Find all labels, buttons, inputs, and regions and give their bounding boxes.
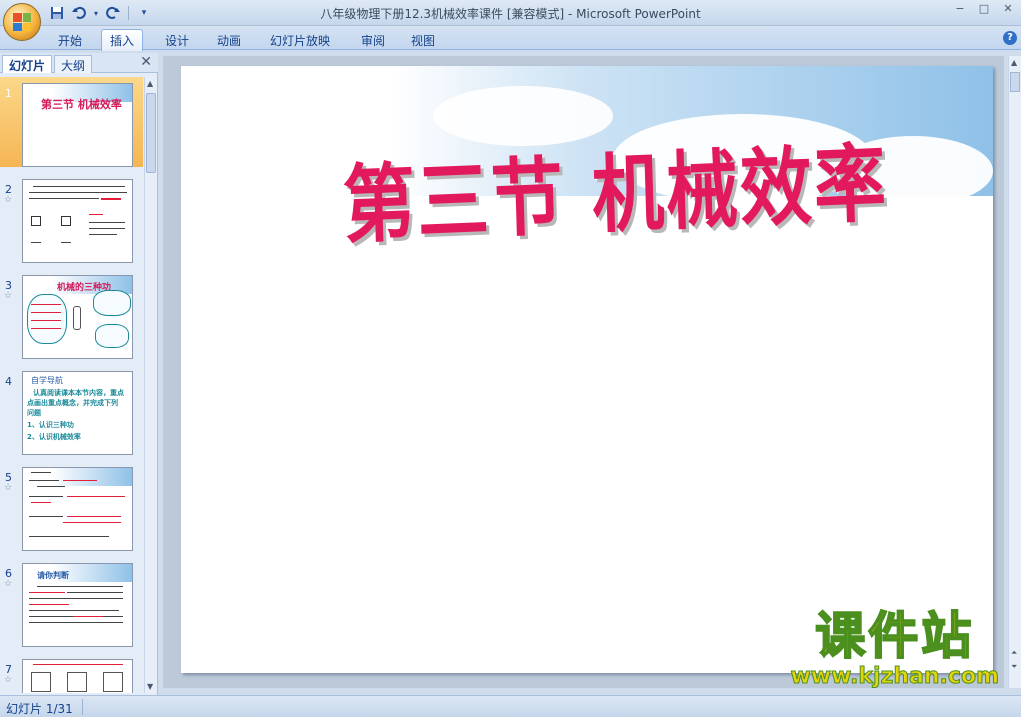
thumb-text: 问题 [27, 409, 41, 417]
title-bar: ▾ ▾ 八年级物理下册12.3机械效率课件 [兼容模式] - Microsoft… [0, 0, 1021, 26]
slide-preview: 机械的三种功 [22, 275, 133, 359]
slide-editor: 第三节 机械效率 [163, 56, 1004, 688]
close-button[interactable]: ✕ [1001, 2, 1015, 15]
tab-slideshow[interactable]: 幻灯片放映 [262, 30, 338, 50]
thumb-title: 第三节 机械效率 [41, 98, 122, 111]
tab-design[interactable]: 设计 [157, 30, 197, 50]
animation-star-icon: ☆ [4, 291, 13, 301]
thumb-title: 自学导航 [31, 376, 63, 385]
status-bar: 幻灯片 1/31 [0, 695, 1021, 717]
slide-thumbnail-4[interactable]: 4 自学导航 认真阅读课本本节内容，重点 点画出重点概念，并完成下列 问题 1、… [0, 365, 143, 455]
tab-outline[interactable]: 大纲 [54, 55, 93, 73]
tab-slides[interactable]: 幻灯片 [2, 55, 53, 73]
slide-number: 4 [5, 375, 12, 388]
slide-preview [22, 179, 133, 263]
animation-star-icon: ☆ [4, 675, 13, 685]
window-title: 八年级物理下册12.3机械效率课件 [兼容模式] - Microsoft Pow… [320, 7, 701, 21]
slide-thumbnail-6[interactable]: 6 ☆ 请你判断 [0, 557, 143, 647]
tab-home[interactable]: 开始 [50, 30, 90, 50]
editor-scrollbar[interactable]: ▲ ⏶ ⏷ [1008, 56, 1021, 688]
help-icon[interactable]: ? [1003, 31, 1017, 45]
thumb-text: 点画出重点概念，并完成下列 [27, 399, 118, 407]
office-logo-icon [13, 13, 31, 31]
office-button[interactable] [3, 3, 41, 41]
slide-thumbnail-3[interactable]: 3 ☆ 机械的三种功 [0, 269, 143, 359]
tab-view[interactable]: 视图 [403, 30, 443, 50]
slide-title[interactable]: 第三节 机械效率 [341, 114, 890, 260]
slide-preview [22, 467, 133, 551]
sky-decoration [52, 468, 132, 486]
scroll-up-icon[interactable]: ▲ [1011, 58, 1017, 67]
slide-number: 1 [5, 87, 12, 100]
thumbnail-list: 1 第三节 机械效率 2 ☆ 3 ☆ 机械的三种功 4 自学导航 认真阅读课本本… [0, 77, 143, 693]
slide-counter: 幻灯片 1/31 [6, 702, 73, 716]
slide-preview: 请你判断 [22, 563, 133, 647]
tab-insert[interactable]: 插入 [101, 29, 144, 51]
scroll-thumb[interactable] [1010, 72, 1020, 92]
slide-preview: 第三节 机械效率 [22, 83, 133, 167]
slide-thumbnail-7[interactable]: 7 ☆ [0, 653, 143, 693]
ribbon-tabs: 开始 插入 设计 动画 幻灯片放映 审阅 视图 [0, 26, 1021, 51]
thumb-title: 请你判断 [37, 571, 69, 580]
watermark-url: www.kjzhan.com [790, 664, 1000, 690]
slides-pane: 幻灯片 大纲 ✕ 1 第三节 机械效率 2 ☆ 3 ☆ 机械的三种功 4 自学导… [0, 53, 158, 695]
thumb-text: 认真阅读课本本节内容，重点 [33, 389, 124, 397]
slide-thumbnail-5[interactable]: 5 ☆ [0, 461, 143, 551]
slide-canvas[interactable]: 第三节 机械效率 [181, 66, 993, 673]
slide-preview: 自学导航 认真阅读课本本节内容，重点 点画出重点概念，并完成下列 问题 1、认识… [22, 371, 133, 455]
pane-tabs: 幻灯片 大纲 ✕ [0, 53, 158, 73]
animation-star-icon: ☆ [4, 579, 13, 589]
watermark-logo: 课件站 www.kjzhan.com [790, 607, 1000, 690]
window-controls: − □ ✕ [953, 2, 1015, 15]
slide-thumbnail-2[interactable]: 2 ☆ [0, 173, 143, 263]
scroll-up-icon[interactable]: ▲ [147, 79, 153, 88]
slide-preview [22, 659, 133, 693]
watermark-brand: 课件站 [814, 607, 975, 665]
status-divider [82, 699, 83, 715]
scroll-thumb[interactable] [146, 93, 156, 173]
animation-star-icon: ☆ [4, 195, 13, 205]
maximize-button[interactable]: □ [977, 2, 991, 15]
scroll-down-icon[interactable]: ▼ [147, 682, 153, 691]
tab-animations[interactable]: 动画 [209, 30, 249, 50]
next-slide-icon[interactable]: ⏷ [1011, 662, 1017, 672]
thumb-text: 2、认识机械效率 [27, 433, 81, 441]
previous-slide-icon[interactable]: ⏶ [1011, 648, 1017, 658]
close-icon[interactable]: ✕ [140, 54, 152, 70]
tab-review[interactable]: 审阅 [353, 30, 393, 50]
thumb-text: 1、认识三种功 [27, 421, 74, 429]
thumbnail-scrollbar[interactable]: ▲ ▼ [144, 77, 157, 693]
slide-thumbnail-1[interactable]: 1 第三节 机械效率 [0, 77, 143, 167]
minimize-button[interactable]: − [953, 2, 967, 15]
animation-star-icon: ☆ [4, 483, 13, 493]
